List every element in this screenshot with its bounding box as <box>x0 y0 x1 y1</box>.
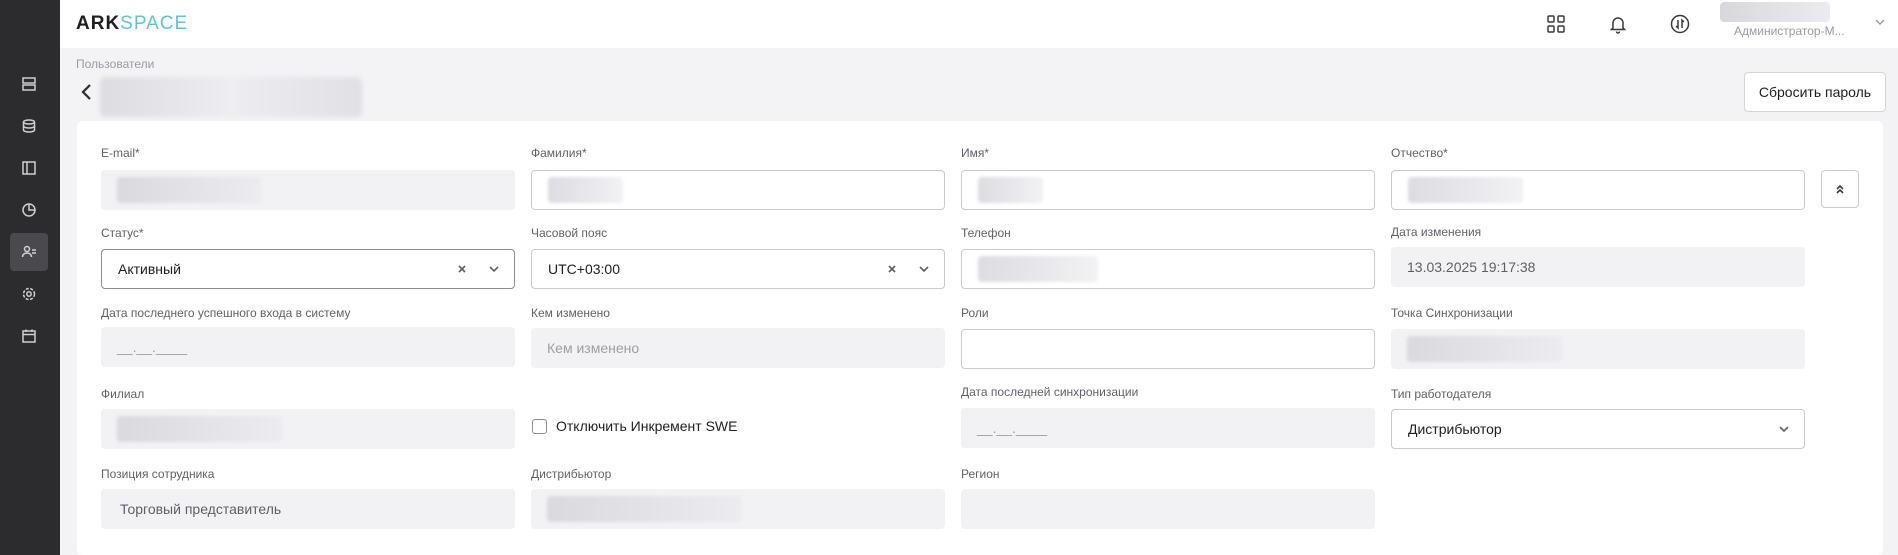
disable-increment-label: Отключить Инкремент SWE <box>556 418 738 434</box>
position-label: Позиция сотрудника <box>101 467 215 481</box>
sync-point-field <box>1391 329 1805 369</box>
collapse-button[interactable] <box>1821 170 1859 208</box>
sidebar <box>0 0 60 555</box>
database-icon[interactable] <box>10 107 48 145</box>
layout-icon[interactable] <box>10 149 48 187</box>
last-login-label: Дата последнего успешного входа в систем… <box>101 306 351 320</box>
branch-field <box>101 409 515 449</box>
email-field[interactable] <box>101 170 515 210</box>
region-label: Регион <box>961 467 1000 481</box>
breadcrumb[interactable]: Пользователи <box>76 57 154 71</box>
region-field <box>961 489 1375 529</box>
bell-icon[interactable] <box>1606 12 1630 36</box>
settings-icon[interactable] <box>10 275 48 313</box>
top-bar: ARKSPACE Администратор-М... <box>60 0 1898 48</box>
user-role[interactable]: Администратор-М... <box>1734 24 1845 38</box>
phone-label: Телефон <box>961 226 1011 240</box>
users-icon[interactable] <box>10 233 48 271</box>
sync-icon[interactable] <box>1668 12 1692 36</box>
apps-grid-icon[interactable] <box>1544 12 1568 36</box>
timezone-value: UTC+03:00 <box>548 261 620 277</box>
chevron-down-icon[interactable] <box>1874 16 1886 31</box>
timezone-label: Часовой пояс <box>531 226 608 240</box>
email-label: E-mail* <box>101 146 140 160</box>
modified-date-label: Дата изменения <box>1391 225 1482 239</box>
chart-pie-icon[interactable] <box>10 191 48 229</box>
page-title-blurred <box>100 77 362 117</box>
modified-date-field: 13.03.2025 19:17:38 <box>1391 247 1805 287</box>
phone-field[interactable] <box>961 249 1375 289</box>
employer-type-label: Тип работодателя <box>1391 387 1492 401</box>
servers-icon[interactable] <box>10 65 48 103</box>
distributor-field <box>531 489 945 529</box>
middlename-label: Отчество* <box>1391 146 1448 160</box>
logo[interactable]: ARKSPACE <box>76 13 188 35</box>
roles-field[interactable] <box>961 329 1375 369</box>
modified-by-label: Кем изменено <box>531 306 610 320</box>
clear-icon[interactable] <box>456 263 468 275</box>
lastname-label: Фамилия* <box>531 146 587 160</box>
status-label: Статус* <box>101 226 144 240</box>
position-field: Торговый представитель <box>101 489 515 529</box>
disable-increment-checkbox[interactable] <box>532 418 547 434</box>
modified-by-field: Кем изменено <box>531 328 945 368</box>
employer-type-value: Дистрибьютор <box>1408 421 1502 437</box>
reset-password-button[interactable]: Сбросить пароль <box>1744 72 1886 112</box>
back-arrow-icon[interactable] <box>80 82 94 102</box>
chevron-down-icon[interactable] <box>1778 423 1790 435</box>
lastname-field[interactable] <box>531 170 945 210</box>
last-sync-label: Дата последней синхронизации <box>961 385 1139 399</box>
distributor-label: Дистрибьютор <box>531 467 612 481</box>
sync-point-label: Точка Синхронизации <box>1391 306 1513 320</box>
last-sync-field: __.__.____ <box>961 408 1375 448</box>
branch-label: Филиал <box>101 387 145 401</box>
chevrons-up-icon <box>1836 184 1844 194</box>
calendar-icon[interactable] <box>10 317 48 355</box>
firstname-field[interactable] <box>961 170 1375 210</box>
roles-label: Роли <box>961 306 989 320</box>
disable-increment-checkbox-row[interactable]: Отключить Инкремент SWE <box>532 418 737 434</box>
clear-icon[interactable] <box>886 263 898 275</box>
timezone-select[interactable]: UTC+03:00 <box>531 249 945 289</box>
middlename-field[interactable] <box>1391 170 1805 210</box>
employer-type-select[interactable]: Дистрибьютор <box>1391 409 1805 449</box>
chevron-down-icon[interactable] <box>918 263 930 275</box>
last-login-field: __.__.____ <box>101 327 515 367</box>
status-value: Активный <box>118 261 181 277</box>
firstname-label: Имя* <box>961 146 990 160</box>
chevron-down-icon[interactable] <box>488 263 500 275</box>
user-name-blurred[interactable] <box>1720 2 1830 22</box>
status-select[interactable]: Активный <box>101 249 515 289</box>
